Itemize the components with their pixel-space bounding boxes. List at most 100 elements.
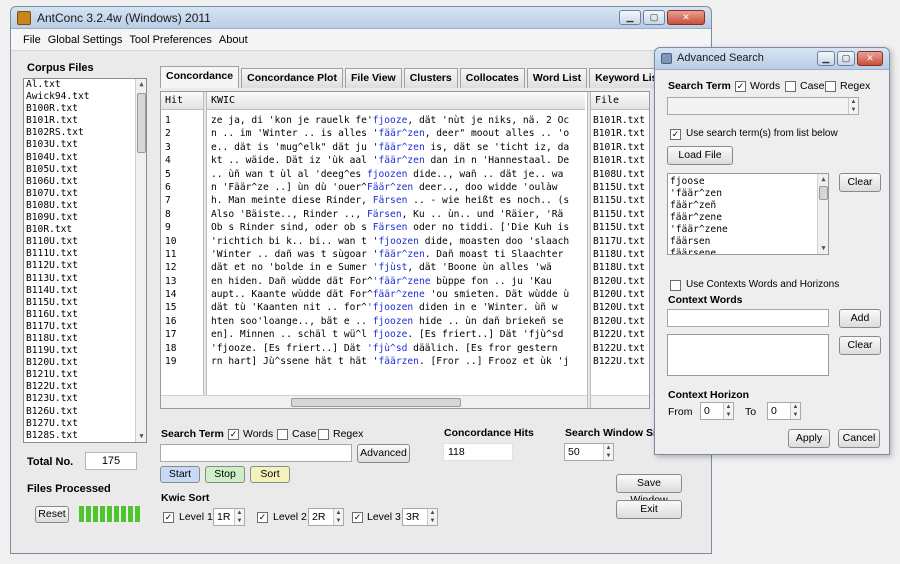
spinner-arrows-icon[interactable]: ▲ ▼ [723, 403, 733, 419]
column-header-file[interactable]: File [591, 92, 649, 110]
use-context-checkbox[interactable] [670, 280, 681, 291]
scroll-up-icon[interactable]: ▲ [136, 79, 146, 90]
concordance-row[interactable]: 11 'Winter .. dañ was t sùgoar 'fäär^zen.… [161, 248, 649, 261]
menu-file[interactable]: File [23, 34, 41, 46]
kwic-keyword[interactable]: 'fäär^zene [373, 276, 431, 287]
scroll-thumb[interactable] [819, 186, 828, 200]
context-words-list[interactable] [667, 334, 829, 376]
tab-file-view[interactable]: File View [344, 68, 402, 88]
sort-button[interactable]: Sort [250, 466, 290, 483]
hit-file-name[interactable]: B122U.txt [593, 355, 649, 368]
corpus-file-item[interactable]: Awick94.txt [24, 91, 146, 103]
level2-spinner[interactable]: 2R ▲ ▼ [308, 508, 344, 526]
column-header-kwic[interactable]: KWIC [207, 92, 585, 110]
hit-file-name[interactable]: B101R.txt [593, 141, 649, 154]
concordance-row[interactable]: 10 'richtich bi k.. bi.. wan t 'fjoozen d… [161, 235, 649, 248]
kwic-keyword[interactable]: 'fjoozen [367, 302, 413, 313]
scroll-down-icon[interactable]: ▼ [136, 431, 146, 442]
search-term-item[interactable]: 'fäär^zen [670, 188, 828, 200]
concordance-row[interactable]: 5 .. ùñ wan t ùl al 'deeg^es fjoozen did… [161, 168, 649, 181]
case-checkbox[interactable] [277, 429, 288, 440]
level1-spinner[interactable]: 1R ▲ ▼ [213, 508, 245, 526]
hit-file-name[interactable]: B101R.txt [593, 154, 649, 167]
hit-file-name[interactable]: B108U.txt [593, 168, 649, 181]
cancel-button[interactable]: Cancel [838, 429, 880, 448]
hit-file-name[interactable]: B115U.txt [593, 221, 649, 234]
spinner-arrows-icon[interactable]: ▲ ▼ [234, 509, 244, 525]
menu-global-settings[interactable]: Global Settings [48, 34, 123, 46]
corpus-file-item[interactable]: B114U.txt [24, 285, 146, 297]
dialog-maximize-button[interactable]: ▢ [837, 51, 855, 66]
spinner-arrows-icon[interactable]: ▲ ▼ [790, 403, 800, 419]
apply-button[interactable]: Apply [788, 429, 830, 448]
from-spinner[interactable]: 0 ▲ ▼ [700, 402, 734, 420]
tab-concordance-plot[interactable]: Concordance Plot [241, 68, 343, 88]
clear-terms-button[interactable]: Clear [839, 173, 881, 192]
search-term-item[interactable]: fäär^zene [670, 212, 828, 224]
corpus-file-item[interactable]: B108U.txt [24, 200, 146, 212]
corpus-file-item[interactable]: B123U.txt [24, 393, 146, 405]
concordance-row[interactable]: 15 dät tù 'Kaanten nit .. for^'fjoozen d… [161, 301, 649, 314]
scroll-up-icon[interactable]: ▲ [818, 174, 828, 185]
hit-file-name[interactable]: B122U.txt [593, 342, 649, 355]
hit-file-name[interactable]: B101R.txt [593, 127, 649, 140]
hit-file-name[interactable]: B117U.txt [593, 235, 649, 248]
start-button[interactable]: Start [160, 466, 200, 483]
hit-file-name[interactable]: B101R.txt [593, 114, 649, 127]
kwic-keyword[interactable]: fjoozen [379, 236, 419, 247]
concordance-row[interactable]: 17 en]. Minnen .. schäl t wü^l fjooze. [E… [161, 328, 649, 341]
corpus-file-item[interactable]: B121U.txt [24, 369, 146, 381]
concordance-row[interactable]: 8 Also 'Bäiste.., Rinder .., Färsen, Ku … [161, 208, 649, 221]
corpus-file-item[interactable]: B120U.txt [24, 357, 146, 369]
corpus-file-item[interactable]: B10R.txt [24, 224, 146, 236]
kwic-keyword[interactable]: 'fjùst [373, 262, 408, 273]
kwic-keyword[interactable]: fjooze [373, 329, 408, 340]
hit-file-name[interactable]: B115U.txt [593, 194, 649, 207]
corpus-file-item[interactable]: B118U.txt [24, 333, 146, 345]
corpus-file-item[interactable]: B115U.txt [24, 297, 146, 309]
stop-button[interactable]: Stop [205, 466, 245, 483]
level3-spinner[interactable]: 3R ▲ ▼ [402, 508, 438, 526]
kwic-keyword[interactable]: fjoozen [373, 316, 413, 327]
hit-file-name[interactable]: B120U.txt [593, 301, 649, 314]
corpus-file-item[interactable]: B113U.txt [24, 273, 146, 285]
words-checkbox[interactable]: ✓ [228, 429, 239, 440]
search-term-item[interactable]: fjoose [670, 176, 828, 188]
kwic-keyword[interactable]: fäär^zen [379, 128, 425, 139]
concordance-row[interactable]: 6 n 'Fäär^ze ..] ùn dù 'ouer^Fäär^zen dee… [161, 181, 649, 194]
hit-file-name[interactable]: B120U.txt [593, 315, 649, 328]
spinner-arrows-icon[interactable]: ▲ ▼ [333, 509, 343, 525]
menu-tool-preferences[interactable]: Tool Preferences [129, 34, 212, 46]
file-scrollbar[interactable] [591, 395, 649, 408]
spinner-arrows-icon[interactable]: ▲ ▼ [427, 509, 437, 525]
corpus-file-item[interactable]: B126U.txt [24, 406, 146, 418]
corpus-file-item[interactable]: B111U.txt [24, 248, 146, 260]
corpus-file-item[interactable]: B128S.txt [24, 430, 146, 442]
search-term-item[interactable]: fäärsene [670, 248, 828, 254]
concordance-row[interactable]: 4 kt .. wäide. Dät iz 'ùk aal 'fäär^zen d… [161, 154, 649, 167]
clear-context-button[interactable]: Clear [839, 336, 881, 355]
hit-file-name[interactable]: B120U.txt [593, 288, 649, 301]
scroll-down-icon[interactable]: ▼ [818, 243, 828, 254]
concordance-row[interactable]: 7 h. Man meinte diese Rinder, Färsen .. -… [161, 194, 649, 207]
concordance-row[interactable]: 1 ze ja, di 'kon je rauelk fe'fjooze, dät… [161, 114, 649, 127]
corpus-file-item[interactable]: B116U.txt [24, 309, 146, 321]
corpus-file-item[interactable]: B105U.txt [24, 164, 146, 176]
reset-button[interactable]: Reset [35, 506, 69, 523]
kwic-keyword[interactable]: fäär^zen [379, 155, 425, 166]
hit-file-name[interactable]: B120U.txt [593, 275, 649, 288]
search-window-size-spinner[interactable]: 50 ▲ ▼ [564, 443, 614, 461]
context-words-input[interactable] [667, 309, 829, 327]
save-window-button[interactable]: Save Window [616, 474, 682, 506]
concordance-row[interactable]: 14 aupt.. Kaante wùdde dät For^fäär^zene … [161, 288, 649, 301]
corpus-file-item[interactable]: Al.txt [24, 79, 146, 91]
hit-file-name[interactable]: B115U.txt [593, 208, 649, 221]
concordance-row[interactable]: 19 rn hart] Jù^ssene hät t hät 'fäärzen. … [161, 355, 649, 368]
corpus-file-item[interactable]: B127U.txt [24, 418, 146, 430]
corpus-file-item[interactable]: B104U.txt [24, 152, 146, 164]
exit-button[interactable]: Exit [616, 500, 682, 519]
advanced-button[interactable]: Advanced [357, 444, 410, 463]
level1-checkbox[interactable]: ✓ [163, 512, 174, 523]
corpus-file-item[interactable]: B119U.txt [24, 345, 146, 357]
corpus-file-item[interactable]: B117U.txt [24, 321, 146, 333]
